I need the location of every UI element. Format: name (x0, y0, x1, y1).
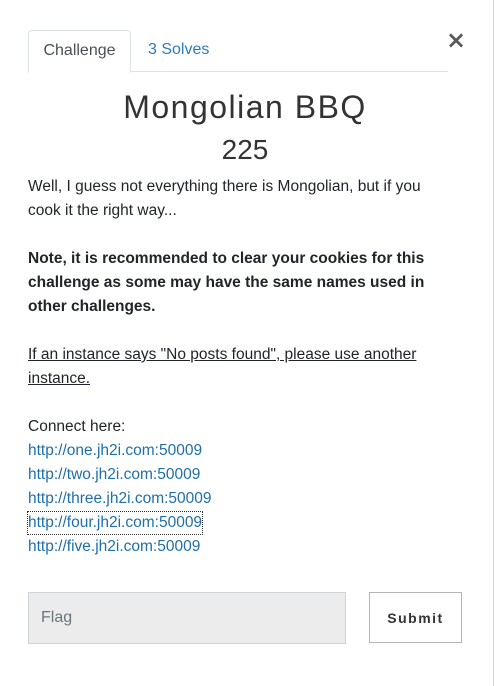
tab-challenge[interactable]: Challenge (28, 30, 131, 73)
description-instance-note: If an instance says "No posts found", pl… (28, 346, 417, 387)
description-intro: Well, I guess not everything there is Mo… (28, 178, 421, 219)
instance-link-two[interactable]: http://two.jh2i.com:50009 (28, 463, 200, 487)
instance-link-four[interactable]: http://four.jh2i.com:50009 (27, 511, 204, 535)
challenge-value: 225 (221, 134, 269, 165)
challenge-modal: × Challenge 3 Solves Mongolian BBQ 225 W… (0, 0, 494, 686)
description-note: Note, it is recommended to clear your co… (28, 250, 425, 315)
connect-label: Connect here: (28, 418, 126, 435)
instance-link-one[interactable]: http://one.jh2i.com:50009 (28, 439, 202, 463)
flag-input[interactable] (28, 592, 346, 644)
challenge-tabs: Challenge 3 Solves (28, 30, 448, 73)
instance-link-list: http://one.jh2i.com:50009 http://two.jh2… (27, 439, 448, 559)
challenge-description: Well, I guess not everything there is Mo… (27, 175, 448, 559)
tab-solves[interactable]: 3 Solves (148, 30, 209, 71)
close-icon[interactable]: × (446, 26, 466, 54)
instance-link-five[interactable]: http://five.jh2i.com:50009 (28, 535, 200, 559)
submit-button[interactable]: Submit (369, 592, 462, 643)
challenge-name: Mongolian BBQ (123, 89, 367, 125)
instance-link-three[interactable]: http://three.jh2i.com:50009 (28, 487, 212, 511)
